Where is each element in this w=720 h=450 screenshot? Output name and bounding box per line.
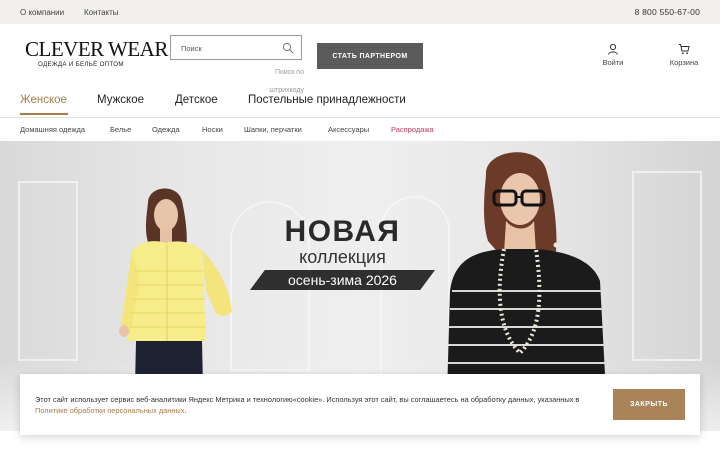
cart-label: Корзина	[669, 58, 699, 67]
logo-text: CLEVER WEAR	[25, 37, 168, 61]
user-icon	[608, 43, 618, 55]
search-icon[interactable]	[282, 42, 294, 54]
topbar: О компании Контакты 8 800 550-67-00	[0, 0, 720, 24]
subnav-homewear[interactable]: Домашняя одежда	[20, 125, 85, 134]
cookie-end: .	[184, 406, 187, 415]
nav-bedding[interactable]: Постельные принадлежности	[248, 94, 406, 106]
logo-tagline: ОДЕЖДА И БЕЛЬЁ ОПТОМ	[38, 61, 124, 68]
cookie-close-button[interactable]: ЗАКРЫТЬ	[613, 389, 685, 420]
subnav-underwear[interactable]: Белье	[110, 125, 131, 134]
promo-subtitle: коллекция	[299, 247, 386, 267]
cart-icon	[678, 44, 690, 55]
privacy-policy-link[interactable]: Политике обработки персональных данных	[35, 406, 184, 415]
login-label: Войти	[602, 58, 624, 67]
cart-button[interactable]: Корзина	[662, 43, 706, 67]
nav-kids[interactable]: Детское	[175, 94, 218, 106]
hero-promo: НОВАЯ коллекция осень-зима 2026	[250, 217, 435, 290]
about-link[interactable]: О компании	[20, 8, 64, 17]
subnav-hats-gloves[interactable]: Шапки, перчатки	[244, 125, 302, 134]
login-button[interactable]: Войти	[591, 43, 635, 67]
subnav-sale[interactable]: Распродажа	[391, 125, 434, 134]
cookie-banner: Этот сайт использует сервис веб-аналитик…	[20, 374, 700, 435]
nav-women[interactable]: Женское	[20, 94, 67, 106]
subnav-clothing[interactable]: Одежда	[152, 125, 180, 134]
contacts-link[interactable]: Контакты	[84, 8, 119, 17]
search-input[interactable]	[181, 42, 281, 54]
nav-divider	[0, 117, 720, 118]
background-window	[18, 181, 78, 361]
become-partner-button[interactable]: СТАТЬ ПАРТНЕРОМ	[317, 43, 423, 69]
subnav-accessories[interactable]: Аксессуары	[328, 125, 369, 134]
nav-men[interactable]: Мужское	[97, 94, 144, 106]
promo-title: НОВАЯ	[284, 215, 401, 248]
subnav-socks[interactable]: Носки	[202, 125, 223, 134]
cookie-text: Этот сайт использует сервис веб-аналитик…	[35, 394, 605, 416]
phone-number[interactable]: 8 800 550-67-00	[635, 7, 700, 17]
page: О компании Контакты 8 800 550-67-00 CLEV…	[0, 0, 720, 450]
promo-season: осень-зима 2026	[250, 270, 435, 290]
background-window	[632, 171, 702, 361]
active-nav-underline	[20, 113, 68, 115]
logo[interactable]: CLEVER WEAR ОДЕЖДА И БЕЛЬЁ ОПТОМ	[25, 37, 168, 68]
cookie-message: Этот сайт использует сервис веб-аналитик…	[35, 395, 580, 404]
search-box	[170, 35, 302, 60]
